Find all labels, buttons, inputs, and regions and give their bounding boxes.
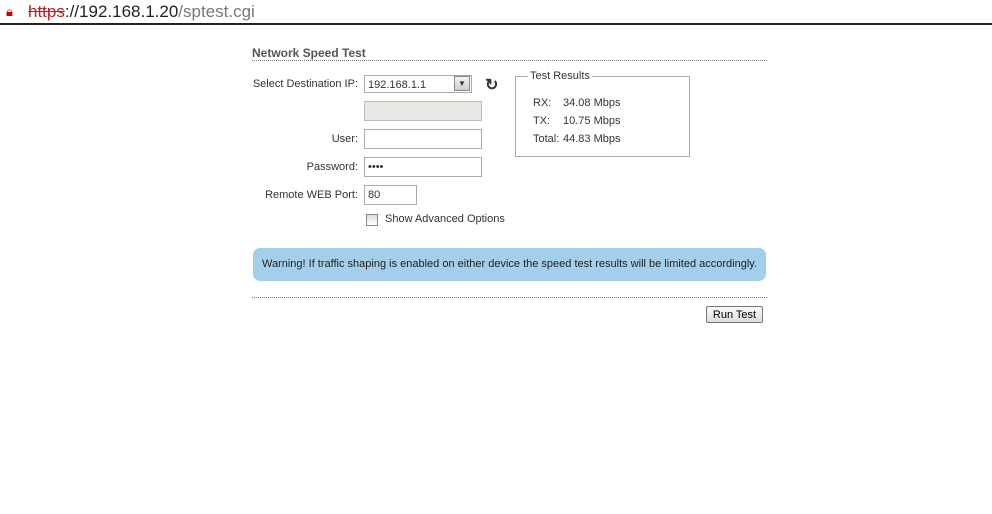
port-label: Remote WEB Port: bbox=[265, 189, 358, 201]
rx-row: RX: 34.08 Mbps bbox=[533, 97, 620, 109]
url-host: ://192.168.1.20 bbox=[64, 2, 179, 21]
url-scheme: https bbox=[28, 2, 65, 21]
dest-ip-label: Select Destination IP: bbox=[252, 78, 358, 90]
chevron-down-icon[interactable]: ▼ bbox=[454, 76, 470, 91]
total-value: 44.83 Mbps bbox=[563, 133, 621, 145]
divider bbox=[252, 60, 767, 61]
tx-label: TX: bbox=[533, 115, 551, 127]
password-input[interactable]: •••• bbox=[364, 157, 482, 177]
address-bar[interactable]: 🔒︎ https://192.168.1.20/sptest.cgi bbox=[0, 0, 992, 25]
tx-row: TX: 10.75 Mbps bbox=[533, 115, 620, 127]
divider bbox=[252, 297, 767, 298]
url-path: /sptest.cgi bbox=[178, 2, 255, 21]
total-row: Total: 44.83 Mbps bbox=[533, 133, 620, 145]
advanced-options-label[interactable]: Show Advanced Options bbox=[385, 213, 505, 225]
page-title: Network Speed Test bbox=[252, 46, 366, 60]
user-input[interactable] bbox=[364, 129, 482, 149]
port-input[interactable]: 80 bbox=[364, 185, 417, 205]
run-test-button[interactable]: Run Test bbox=[706, 306, 763, 323]
test-results-legend: Test Results bbox=[530, 70, 590, 82]
rx-value: 34.08 Mbps bbox=[563, 97, 621, 109]
password-label: Password: bbox=[306, 161, 358, 173]
total-label: Total: bbox=[533, 133, 560, 145]
url-text[interactable]: https://192.168.1.20/sptest.cgi bbox=[28, 2, 255, 22]
warning-banner: Warning! If traffic shaping is enabled o… bbox=[253, 248, 766, 281]
disabled-ip-field bbox=[364, 101, 482, 121]
user-label: User: bbox=[331, 133, 358, 145]
insecure-lock-icon[interactable]: 🔒︎ bbox=[6, 4, 20, 19]
refresh-icon[interactable]: ↻ bbox=[485, 75, 498, 95]
tx-value: 10.75 Mbps bbox=[563, 115, 621, 127]
advanced-options-checkbox[interactable] bbox=[366, 214, 378, 226]
rx-label: RX: bbox=[533, 97, 552, 109]
